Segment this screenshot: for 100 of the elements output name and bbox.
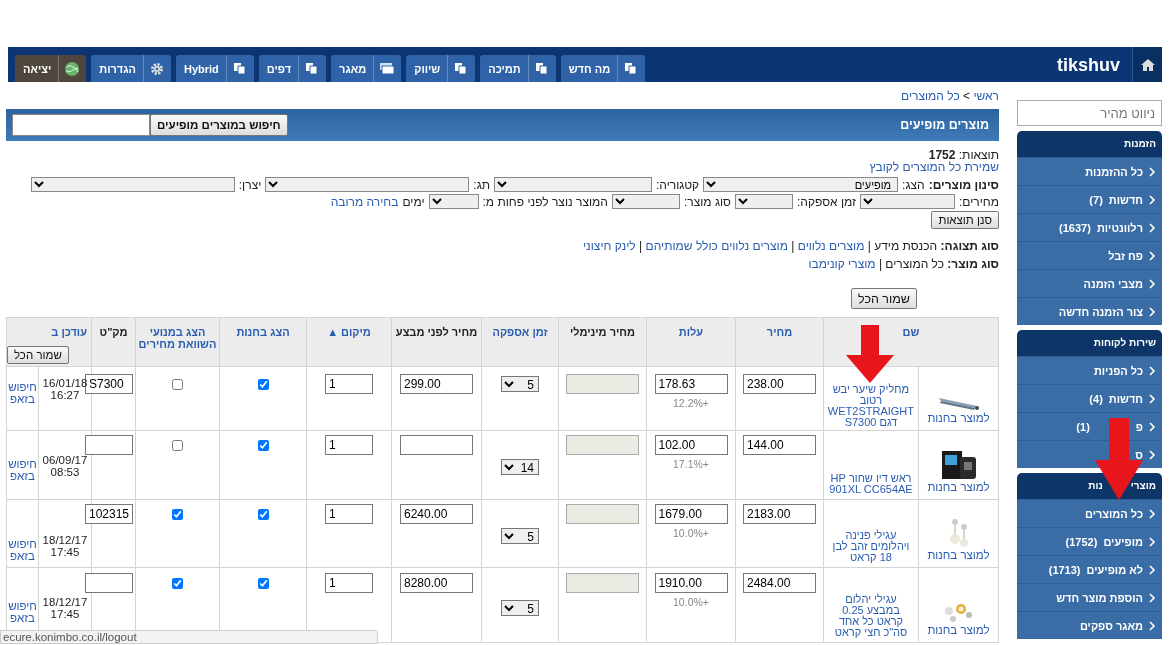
checkbox[interactable] (257, 509, 269, 520)
sku-field[interactable] (85, 435, 133, 455)
export-link[interactable]: שמירת כל המוצרים לקובץ (869, 160, 999, 174)
save-button[interactable]: שמור הכל (7, 346, 69, 364)
checkbox[interactable] (257, 440, 269, 451)
pre-sale-price-field[interactable]: 6240.00 (400, 504, 473, 524)
search-field[interactable]: ניווט מהיר (1017, 100, 1162, 126)
cost-field[interactable]: 102.00 (654, 435, 728, 455)
store-link[interactable]: למוצר בחנות (927, 549, 990, 561)
search-field[interactable] (12, 114, 150, 136)
position-field[interactable]: 1 (325, 504, 373, 524)
item-count: (1713) (1048, 562, 1081, 577)
checkbox[interactable] (172, 379, 183, 390)
checkbox[interactable] (172, 440, 183, 451)
store-link[interactable]: למוצר בחנות (927, 481, 990, 493)
save-button[interactable]: שמור הכל (851, 288, 917, 309)
home-button[interactable] (1132, 47, 1162, 82)
price-field[interactable]: 238.00 (743, 374, 816, 394)
delivery-select[interactable]: 5 (501, 599, 539, 616)
brand-name: tikshuv (1055, 54, 1121, 75)
pages-icon (624, 61, 639, 76)
sidebar-item[interactable]: מאגר ספקים (1017, 611, 1162, 639)
item-count: (4) (1089, 391, 1103, 406)
column-header-link[interactable]: הצג בחנות (236, 326, 290, 338)
breadcrumb-link[interactable]: ראשי (973, 89, 999, 103)
column-header-link[interactable]: זמן אספקה (492, 326, 548, 338)
column-header-link[interactable]: עודכן ב (51, 326, 87, 338)
sku-field[interactable]: 102315 (85, 504, 133, 524)
delivery-select[interactable]: 5 (501, 376, 539, 392)
nav-tab[interactable]: הגדרות (91, 55, 171, 82)
price-field[interactable]: 144.00 (743, 435, 816, 455)
breadcrumb-link[interactable]: כל המוצרים (901, 89, 960, 103)
chevron-icon (1149, 421, 1156, 432)
margin-text: +12.2% (672, 397, 710, 409)
delivery-select[interactable]: 5 (501, 527, 539, 544)
chevron-icon (1149, 222, 1156, 233)
annotation-arrow (846, 325, 894, 383)
multi-select-link[interactable]: בחירה מרובה (330, 194, 399, 209)
option-link[interactable]: מוצרים נלווים (797, 239, 865, 253)
pre-sale-price-field[interactable] (400, 435, 473, 455)
column-header-link[interactable]: עלות (678, 326, 704, 338)
item-count: (1752) (1065, 534, 1098, 549)
sidebar-item[interactable]: פח זבל (1017, 241, 1162, 269)
column-header: מחיר לפני מבצע (395, 326, 478, 338)
sidebar-item[interactable]: מצבי הזמנה (1017, 269, 1162, 297)
sku-field[interactable] (85, 573, 133, 593)
nav-tab[interactable]: מה חדש (560, 55, 646, 82)
option-link[interactable]: מוצרי קונימבו (808, 257, 876, 271)
store-link[interactable]: למוצר בחנות (927, 624, 990, 636)
store-link[interactable]: למוצר בחנות (927, 412, 990, 424)
column-header-link[interactable]: מיקום ▲ (327, 326, 371, 338)
cost-field[interactable]: 178.63 (654, 374, 728, 394)
sidebar-item[interactable]: כל הפניות (1017, 356, 1162, 384)
checkbox[interactable] (172, 509, 183, 520)
nav-tab[interactable]: דפים (258, 55, 327, 82)
cost-field[interactable]: 1679.00 (654, 504, 728, 524)
filter-button[interactable]: סנן תוצאות (931, 211, 999, 229)
item-label: כל ההזמנות (1085, 164, 1143, 179)
chevron-icon (1149, 508, 1156, 519)
chevron-icon (1149, 194, 1156, 205)
position-field[interactable]: 1 (325, 374, 373, 394)
updated-date: 06/09/17 08:53 (42, 454, 88, 478)
home-icon (1140, 58, 1155, 71)
item-label: חדשות (1108, 192, 1143, 207)
option-link[interactable]: מוצרים נלווים כולל שמותיהם (645, 239, 788, 253)
sidebar-item[interactable]: צור הזמנה חדשה (1017, 297, 1162, 325)
sidebar-item[interactable]: הוספת מוצר חדש (1017, 583, 1162, 611)
filter-select[interactable] (428, 194, 479, 209)
sidebar-item[interactable]: כל המוצרים (1017, 499, 1162, 527)
sidebar-item[interactable]: כל ההזמנות (1017, 157, 1162, 185)
chevron-icon (1149, 564, 1156, 575)
column-header-link[interactable]: שם (902, 326, 920, 338)
search-button[interactable]: חיפוש במוצרים מופיעים (150, 114, 288, 136)
section-title: נות (1088, 479, 1103, 493)
pre-sale-price-field[interactable]: 8280.00 (400, 573, 473, 593)
position-field[interactable]: 1 (325, 573, 373, 593)
delivery-select[interactable]: 14 (501, 459, 539, 475)
checkbox[interactable] (257, 578, 269, 589)
nav-tab[interactable]: Hybrid (175, 55, 254, 82)
updated-date: 18/12/17 17:45 (42, 596, 88, 620)
separator: | (638, 239, 644, 253)
cost-field[interactable]: 1910.00 (654, 573, 728, 593)
filter-label: יצרן: (238, 177, 262, 192)
margin-text: +17.1% (672, 458, 710, 470)
pre-sale-price-field[interactable]: 299.00 (400, 374, 473, 394)
nav-tab[interactable]: שיווק (406, 55, 476, 82)
nav-tab[interactable]: תמיכה (480, 55, 556, 82)
price-field[interactable]: 2183.00 (743, 504, 816, 524)
checkbox[interactable] (172, 578, 183, 589)
type-label: סוג מוצר: (946, 257, 999, 271)
option-link[interactable]: לינק חיצוני (582, 239, 636, 253)
filter-select[interactable] (611, 194, 680, 209)
checkbox[interactable] (257, 379, 269, 390)
column-header-link[interactable]: מחיר (766, 326, 793, 338)
filter-select[interactable] (735, 194, 793, 209)
nav-tab[interactable]: מאגר (331, 55, 402, 82)
panel-title: מוצרים מופיעים (900, 118, 989, 132)
filter-select[interactable]: מופיעים (703, 177, 899, 192)
price-field[interactable]: 2484.00 (743, 573, 816, 593)
position-field[interactable]: 1 (325, 435, 373, 455)
